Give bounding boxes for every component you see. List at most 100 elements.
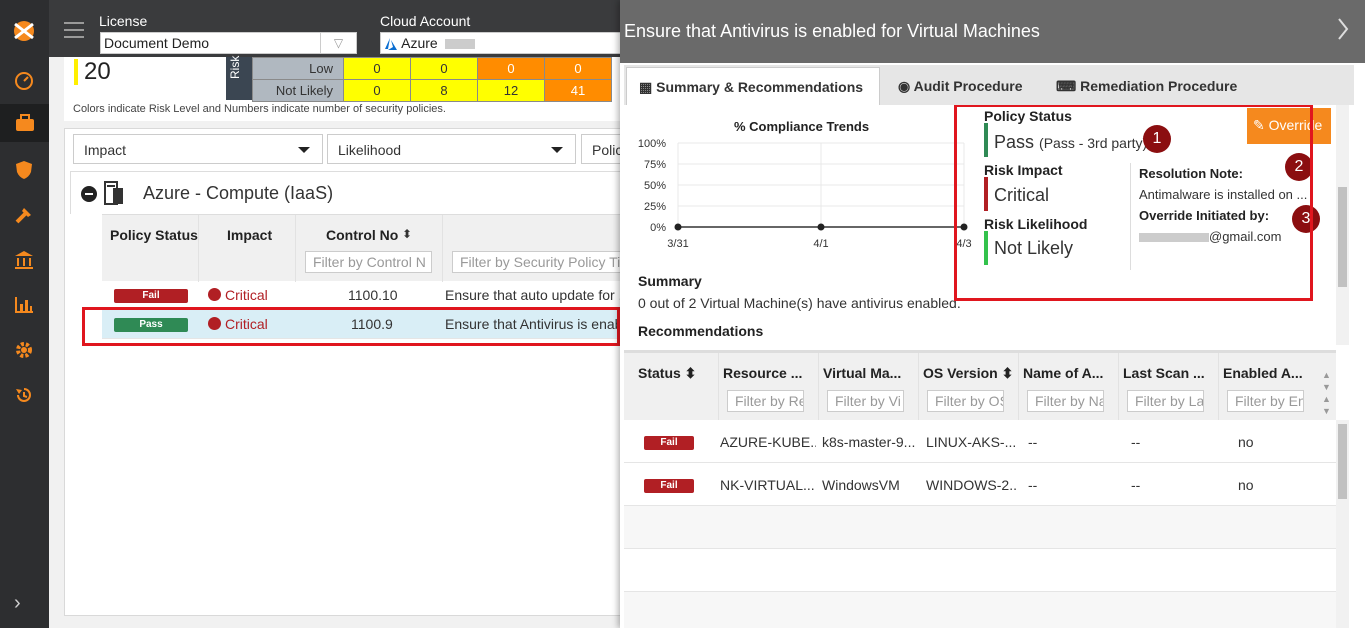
col-title-policy[interactable]: Filter by Security Policy Tit bbox=[443, 215, 625, 282]
heatmap-cell[interactable]: 8 bbox=[410, 79, 478, 102]
history-icon[interactable] bbox=[12, 383, 36, 407]
col-os[interactable]: OS Version ⬍ Filter by OS bbox=[919, 353, 1019, 420]
policies-panel: Impact Likelihood Polic Azure - Compute … bbox=[64, 128, 625, 616]
heatmap-note: Colors indicate Risk Level and Numbers i… bbox=[73, 103, 446, 115]
table-row[interactable]: Fail AZURE-KUBE... k8s-master-9... LINUX… bbox=[624, 420, 1336, 463]
col-title: Name of A... bbox=[1023, 365, 1104, 381]
heatmap-cell[interactable]: 0 bbox=[410, 57, 478, 80]
table-row[interactable]: Fail Critical 1100.10 Ensure that auto u… bbox=[102, 281, 625, 310]
y-tick-label: 0% bbox=[650, 222, 666, 234]
sort-icon[interactable]: ⬍ bbox=[402, 227, 412, 241]
col-title: OS Version ⬍ bbox=[923, 365, 1014, 381]
tab-label: Summary & Recommendations bbox=[656, 79, 864, 95]
policy-filter-label: Polic bbox=[592, 142, 623, 158]
chevron-right-icon[interactable] bbox=[1337, 17, 1349, 41]
compliance-trend-chart: 100%75%50%25%0%3/31 4/1 4/3 bbox=[638, 138, 972, 250]
expand-sidebar-icon[interactable]: › bbox=[14, 592, 34, 616]
enabled-value: no bbox=[1238, 477, 1254, 493]
col-vm[interactable]: Virtual Ma... Filter by Vi bbox=[819, 353, 919, 420]
license-select[interactable]: Document Demo ▽ bbox=[100, 32, 357, 54]
col-resource[interactable]: Resource ... Filter by Re bbox=[719, 353, 819, 420]
group-header[interactable]: Azure - Compute (IaaS) bbox=[70, 171, 625, 214]
col-policy-status[interactable]: Policy Status bbox=[102, 215, 199, 282]
collapse-icon[interactable] bbox=[81, 186, 97, 202]
os-value: WINDOWS-2... bbox=[926, 477, 1018, 493]
drawer-title: Ensure that Antivirus is enabled for Vir… bbox=[624, 21, 1040, 41]
scroll-thumb[interactable] bbox=[1338, 187, 1347, 287]
control-value: 1100.10 bbox=[348, 287, 398, 303]
briefcase-icon[interactable] bbox=[0, 104, 49, 142]
table-scrollbar[interactable] bbox=[1336, 420, 1349, 628]
col-title: Enabled A... bbox=[1223, 365, 1303, 381]
filter-input[interactable]: Filter by OS bbox=[927, 390, 1004, 412]
resource-value: AZURE-KUBE... bbox=[720, 434, 816, 450]
bar-chart-icon[interactable] bbox=[12, 293, 36, 317]
heatmap-cell[interactable]: 41 bbox=[544, 79, 612, 102]
tab-remediation[interactable]: ⌨ Remediation Procedure bbox=[1044, 67, 1249, 105]
impact-filter[interactable]: Impact bbox=[73, 134, 323, 164]
group-title: Azure - Compute (IaaS) bbox=[143, 183, 334, 203]
heatmap-cell[interactable]: 0 bbox=[477, 57, 545, 80]
col-control-no[interactable]: Control No ⬍ Filter by Control N bbox=[296, 215, 443, 282]
filter-input[interactable]: Filter by Vi bbox=[827, 390, 904, 412]
tab-summary[interactable]: ▦ Summary & Recommendations bbox=[626, 67, 880, 105]
heatmap-cell[interactable]: 0 bbox=[343, 79, 411, 102]
summary-label: Summary bbox=[638, 273, 702, 289]
risk-summary-card: 20 Risk Low 0 0 0 0 Not Likely 0 8 12 41… bbox=[64, 56, 624, 121]
filter-input[interactable]: Filter by Na bbox=[1027, 390, 1104, 412]
menu-icon[interactable] bbox=[64, 22, 84, 38]
x-tick-label: 3/31 bbox=[667, 238, 688, 250]
app-logo[interactable] bbox=[9, 18, 39, 42]
heatmap-cell[interactable]: 0 bbox=[544, 57, 612, 80]
calendar-icon: ▦ bbox=[639, 79, 653, 95]
likelihood-filter[interactable]: Likelihood bbox=[327, 134, 576, 164]
dashboard-icon[interactable] bbox=[12, 68, 36, 92]
highlight-status-box bbox=[954, 105, 1313, 301]
data-point bbox=[674, 223, 682, 231]
y-tick-label: 100% bbox=[638, 138, 666, 150]
title-filter-input[interactable]: Filter by Security Policy Tit bbox=[452, 251, 622, 273]
x-tick-label: 4/1 bbox=[813, 238, 828, 250]
control-filter-input[interactable]: Filter by Control N bbox=[305, 251, 432, 273]
col-name[interactable]: Name of A... Filter by Na bbox=[1019, 353, 1119, 420]
col-last-scan[interactable]: Last Scan ... Filter by La bbox=[1119, 353, 1219, 420]
col-status[interactable]: Status ⬍ bbox=[624, 353, 719, 420]
header-scroll-arrows[interactable]: ▲ ▼ ▲ ▼ bbox=[1322, 369, 1331, 417]
policy-filter[interactable]: Polic bbox=[581, 134, 625, 164]
filter-input[interactable]: Filter by Re bbox=[727, 390, 804, 412]
heatmap-cell[interactable]: 12 bbox=[477, 79, 545, 102]
heatmap-cell[interactable]: 0 bbox=[343, 57, 411, 80]
bank-icon[interactable] bbox=[12, 248, 36, 272]
drawer-header: Ensure that Antivirus is enabled for Vir… bbox=[620, 0, 1365, 63]
y-tick-label: 75% bbox=[644, 159, 666, 171]
policy-title[interactable]: Ensure that auto update for . bbox=[445, 287, 625, 303]
table-row[interactable]: Fail NK-VIRTUAL... WindowsVM WINDOWS-2..… bbox=[624, 463, 1336, 506]
summary-scrollbar[interactable] bbox=[1336, 105, 1349, 345]
scroll-thumb[interactable] bbox=[1338, 424, 1347, 499]
shield-icon[interactable] bbox=[12, 158, 36, 182]
tools-icon[interactable] bbox=[12, 203, 36, 227]
enabled-value: no bbox=[1238, 434, 1254, 450]
col-impact[interactable]: Impact bbox=[199, 215, 296, 282]
redacted-block bbox=[444, 39, 475, 50]
status-badge: Fail bbox=[644, 479, 694, 493]
caret-down-icon bbox=[551, 147, 563, 153]
last-scan-value: -- bbox=[1131, 434, 1141, 450]
recommendations-label: Recommendations bbox=[638, 323, 764, 339]
server-icon bbox=[103, 180, 125, 209]
impact-filter-label: Impact bbox=[84, 142, 127, 158]
empty-row bbox=[624, 549, 1336, 592]
gear-icon[interactable] bbox=[12, 338, 36, 362]
summary-panel: % Compliance Trends 100% 75% 50% 25% 0% 3/31 4… bbox=[624, 105, 1336, 345]
filter-input[interactable]: Filter by En bbox=[1227, 390, 1304, 412]
chart-title: % Compliance Trends bbox=[734, 119, 870, 134]
empty-row bbox=[624, 592, 1336, 628]
risk-heatmap: Low 0 0 0 0 Not Likely 0 8 12 41 bbox=[252, 57, 612, 102]
col-enabled[interactable]: Enabled A... Filter by En bbox=[1219, 353, 1319, 420]
resources-table: Status ⬍ Resource ... Filter by Re Virtu… bbox=[624, 350, 1336, 628]
cloud-account-select[interactable]: Azure bbox=[380, 32, 630, 54]
tab-audit[interactable]: ◉ Audit Procedure bbox=[886, 67, 1035, 105]
filter-input[interactable]: Filter by La bbox=[1127, 390, 1204, 412]
data-point bbox=[817, 223, 825, 231]
col-title: Resource ... bbox=[723, 365, 803, 381]
